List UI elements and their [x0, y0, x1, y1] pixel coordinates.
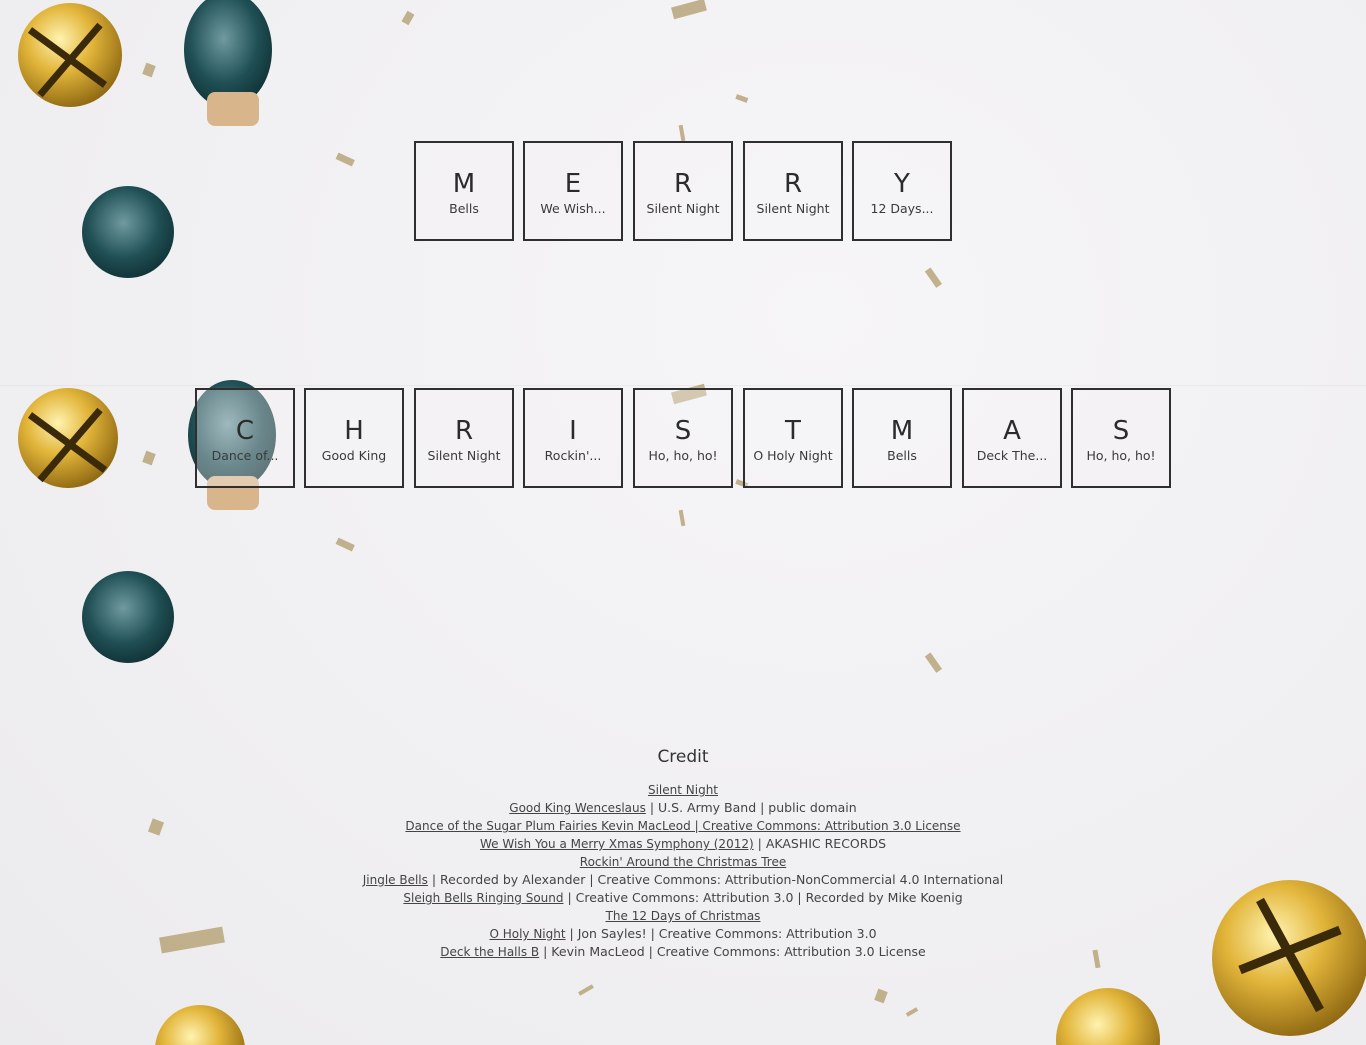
tile-song: Bells: [449, 201, 479, 216]
tile-letter: E: [564, 169, 582, 199]
credit-link[interactable]: The 12 Days of Christmas: [606, 909, 761, 923]
tile-song: Ho, ho, ho!: [648, 448, 718, 463]
tile-song: Bells: [887, 448, 917, 463]
tile-letter: S: [1112, 416, 1130, 446]
tile-song: Silent Night: [427, 448, 501, 463]
tile-letter: T: [785, 416, 801, 446]
credit-link[interactable]: Deck the Halls B: [440, 945, 539, 959]
credit-link[interactable]: We Wish You a Merry Xmas Symphony (2012): [480, 837, 754, 851]
credit-line: Dance of the Sugar Plum Fairies Kevin Ma…: [0, 817, 1366, 835]
tile-song: Deck The...: [976, 448, 1048, 463]
letter-tile[interactable]: S Ho, ho, ho!: [1071, 388, 1171, 488]
credit-section: Credit Silent Night Good King Wenceslaus…: [0, 745, 1366, 961]
tile-song: 12 Days...: [870, 201, 934, 216]
tile-song: Silent Night: [756, 201, 830, 216]
tile-letter: R: [783, 169, 803, 199]
tile-song: Rockin'...: [544, 448, 602, 463]
letter-tile[interactable]: I Rockin'...: [523, 388, 623, 488]
credit-title: Credit: [657, 747, 709, 767]
merry-row: M Bells E We Wish... R Silent Night R Si…: [0, 141, 1366, 241]
credit-line: Deck the Halls B | Kevin MacLeod | Creat…: [0, 943, 1366, 961]
letter-tile[interactable]: R Silent Night: [633, 141, 733, 241]
image-band-seam: [0, 385, 1366, 386]
letter-tile[interactable]: M Bells: [414, 141, 514, 241]
credit-line: Good King Wenceslaus | U.S. Army Band | …: [0, 799, 1366, 817]
tile-letter: R: [673, 169, 693, 199]
letter-tile[interactable]: A Deck The...: [962, 388, 1062, 488]
tile-song: Dance of...: [211, 448, 279, 463]
letter-tile[interactable]: E We Wish...: [523, 141, 623, 241]
credit-text: | Jon Sayles! | Creative Commons: Attrib…: [565, 926, 877, 941]
letter-tile[interactable]: S Ho, ho, ho!: [633, 388, 733, 488]
credit-text: | Creative Commons: Attribution 3.0 | Re…: [563, 890, 963, 905]
credit-link[interactable]: Jingle Bells: [363, 873, 428, 887]
credit-text: | AKASHIC RECORDS: [753, 836, 887, 851]
tile-letter: Y: [894, 169, 910, 199]
letter-tile[interactable]: R Silent Night: [743, 141, 843, 241]
letter-tile[interactable]: C Dance of...: [195, 388, 295, 488]
credit-text: | Recorded by Alexander | Creative Commo…: [427, 872, 1004, 887]
letter-tile[interactable]: M Bells: [852, 388, 952, 488]
tile-song: O Holy Night: [753, 448, 833, 463]
credit-line: The 12 Days of Christmas: [0, 907, 1366, 925]
tile-letter: H: [344, 416, 364, 446]
credit-text: | U.S. Army Band | public domain: [645, 800, 857, 815]
tile-song: We Wish...: [540, 201, 606, 216]
mini-tree-top: [184, 0, 272, 126]
tile-song: Ho, ho, ho!: [1086, 448, 1156, 463]
letter-tile[interactable]: H Good King: [304, 388, 404, 488]
credit-link[interactable]: Sleigh Bells Ringing Sound: [403, 891, 563, 905]
credit-line: Sleigh Bells Ringing Sound | Creative Co…: [0, 889, 1366, 907]
credit-link[interactable]: Good King Wenceslaus: [509, 801, 646, 815]
tile-letter: M: [890, 416, 914, 446]
credit-line: We Wish You a Merry Xmas Symphony (2012)…: [0, 835, 1366, 853]
letter-tile[interactable]: T O Holy Night: [743, 388, 843, 488]
credit-link[interactable]: Dance of the Sugar Plum Fairies Kevin Ma…: [405, 819, 960, 833]
credit-line: O Holy Night | Jon Sayles! | Creative Co…: [0, 925, 1366, 943]
tile-song: Good King: [321, 448, 387, 463]
tile-letter: M: [452, 169, 476, 199]
credit-link[interactable]: Silent Night: [648, 783, 718, 797]
credit-text: | Kevin MacLeod | Creative Commons: Attr…: [539, 944, 926, 959]
credit-link[interactable]: Rockin' Around the Christmas Tree: [580, 855, 786, 869]
tile-letter: A: [1003, 416, 1021, 446]
bell-bottom-small: [1056, 988, 1160, 1045]
tile-letter: R: [454, 416, 474, 446]
tile-letter: I: [569, 416, 577, 446]
credit-line: Jingle Bells | Recorded by Alexander | C…: [0, 871, 1366, 889]
mini-tree-left-second: [82, 571, 174, 663]
bell-bottom-left: [155, 1005, 245, 1045]
letter-tile[interactable]: R Silent Night: [414, 388, 514, 488]
letter-tile[interactable]: Y 12 Days...: [852, 141, 952, 241]
credit-line: Rockin' Around the Christmas Tree: [0, 853, 1366, 871]
tile-letter: S: [674, 416, 692, 446]
credit-link[interactable]: O Holy Night: [489, 927, 565, 941]
credit-line: Silent Night: [0, 781, 1366, 799]
tile-letter: C: [235, 416, 255, 446]
tile-song: Silent Night: [646, 201, 720, 216]
bell-top-left: [18, 3, 122, 107]
christmas-row: C Dance of... H Good King R Silent Night…: [0, 388, 1366, 488]
